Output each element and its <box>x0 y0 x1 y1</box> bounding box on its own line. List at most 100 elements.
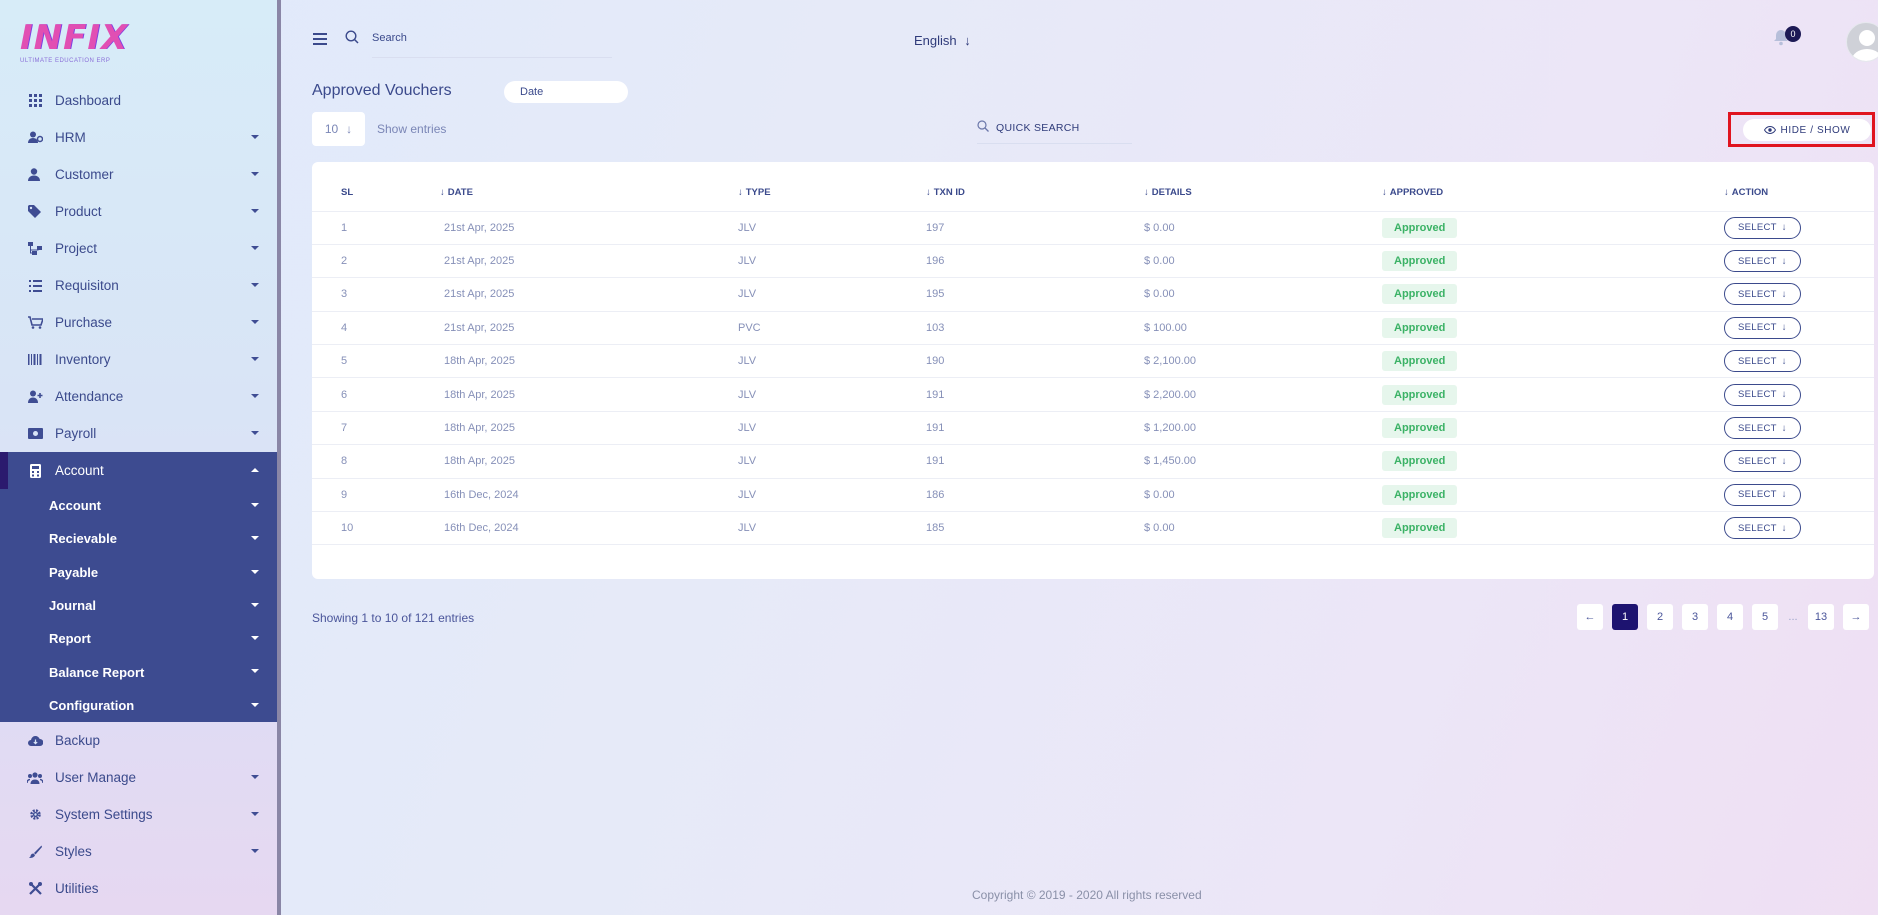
column-header-type[interactable]: ↓ TYPE <box>738 175 926 212</box>
sidebar-item-purchase[interactable]: Purchase <box>0 304 277 341</box>
select-dropdown-button[interactable]: SELECT ↓ <box>1724 417 1801 440</box>
cell-type: JLV <box>738 277 926 312</box>
status-badge: Approved <box>1382 451 1458 472</box>
chevron-down-icon <box>251 569 259 574</box>
sidebar-item-system-settings[interactable]: System Settings <box>0 796 277 833</box>
column-header-details[interactable]: ↓ DETAILS <box>1144 175 1382 212</box>
sidebar-item-requisiton[interactable]: Requisiton <box>0 267 277 304</box>
avatar[interactable] <box>1846 22 1878 62</box>
select-dropdown-button[interactable]: SELECT ↓ <box>1724 350 1801 373</box>
column-header-sl[interactable]: SL <box>312 175 440 212</box>
hamburger-menu-icon[interactable] <box>313 33 327 48</box>
column-header-action[interactable]: ↓ ACTION <box>1724 175 1874 212</box>
status-badge: Approved <box>1382 418 1458 439</box>
sidebar-item-hrm[interactable]: HRM <box>0 119 277 156</box>
select-dropdown-button[interactable]: SELECT ↓ <box>1724 517 1801 540</box>
submenu-item-journal[interactable]: Journal <box>0 589 277 622</box>
submenu-item-report[interactable]: Report <box>0 622 277 655</box>
gear-icon <box>27 807 43 823</box>
account-submenu: Account Recievable Payable Journal Repor… <box>0 489 277 723</box>
select-dropdown-button[interactable]: SELECT ↓ <box>1724 316 1801 339</box>
select-dropdown-button[interactable]: SELECT ↓ <box>1724 250 1801 273</box>
sidebar-item-project[interactable]: Project <box>0 230 277 267</box>
cell-type: JLV <box>738 344 926 379</box>
cell-approved: Approved <box>1382 377 1724 412</box>
cell-type: JLV <box>738 244 926 279</box>
cell-txn-id: 195 <box>926 277 1144 312</box>
select-dropdown-button[interactable]: SELECT ↓ <box>1724 383 1801 406</box>
entries-select[interactable]: 10 ↓ <box>312 112 365 146</box>
sidebar-item-user-manage[interactable]: User Manage <box>0 759 277 796</box>
date-filter-input[interactable]: Date <box>504 81 628 103</box>
column-header-approved[interactable]: ↓ APPROVED <box>1382 175 1724 212</box>
submenu-item-balance-report[interactable]: Balance Report <box>0 655 277 688</box>
table-row: 5 18th Apr, 2025 JLV 190 $ 2,100.00 Approved S… <box>312 344 1874 379</box>
copyright-text: Copyright © 2019 - 2020 All rights reser… <box>972 888 1202 902</box>
sidebar-item-utilities[interactable]: Utilities <box>0 870 277 907</box>
users-gear-icon <box>27 130 43 146</box>
page-button-4[interactable]: 4 <box>1717 604 1743 630</box>
cell-details: $ 2,100.00 <box>1144 344 1382 379</box>
cell-type: PVC <box>738 311 926 346</box>
submenu-item-recievable[interactable]: Recievable <box>0 522 277 555</box>
brush-icon <box>27 844 43 860</box>
page-button-2[interactable]: 2 <box>1647 604 1673 630</box>
cell-details: $ 0.00 <box>1144 244 1382 279</box>
arrow-down-icon: ↓ <box>1781 522 1787 534</box>
cell-date: 21st Apr, 2025 <box>440 311 738 346</box>
column-header-txn-id[interactable]: ↓ TXN ID <box>926 175 1144 212</box>
sidebar-item-styles[interactable]: Styles <box>0 833 277 870</box>
select-dropdown-button[interactable]: SELECT ↓ <box>1724 483 1801 506</box>
cell-approved: Approved <box>1382 344 1724 379</box>
cell-approved: Approved <box>1382 311 1724 346</box>
page-button-1[interactable]: 1 <box>1612 604 1638 630</box>
sidebar-item-backup[interactable]: Backup <box>0 722 277 759</box>
user-icon <box>27 167 43 183</box>
sidebar-item-attendance[interactable]: Attendance <box>0 378 277 415</box>
cell-action: SELECT ↓ <box>1724 311 1874 346</box>
eye-icon <box>1763 126 1776 134</box>
status-badge: Approved <box>1382 251 1458 272</box>
cell-txn-id: 103 <box>926 311 1144 346</box>
page-button-13[interactable]: 13 <box>1808 604 1834 630</box>
sidebar-item-account[interactable]: Account <box>0 452 277 489</box>
chevron-down-icon <box>251 849 259 854</box>
cell-type: JLV <box>738 411 926 446</box>
page-button-5[interactable]: 5 <box>1752 604 1778 630</box>
select-dropdown-button[interactable]: SELECT ↓ <box>1724 450 1801 473</box>
sidebar-item-product[interactable]: Product <box>0 193 277 230</box>
submenu-item-account[interactable]: Account <box>0 489 277 522</box>
column-header-date[interactable]: ↓ DATE <box>440 175 738 212</box>
prev-page-button[interactable]: ← <box>1577 604 1603 630</box>
table-row: 6 18th Apr, 2025 JLV 191 $ 2,200.00 Approved S… <box>312 377 1874 412</box>
sort-arrow-icon: ↓ <box>738 187 743 199</box>
select-dropdown-button[interactable]: SELECT ↓ <box>1724 283 1801 306</box>
page-button-3[interactable]: 3 <box>1682 604 1708 630</box>
cell-txn-id: 186 <box>926 478 1144 513</box>
infix-logo[interactable]: INFIX ULTIMATE EDUCATION ERP <box>20 20 140 68</box>
search-input[interactable]: Search <box>372 32 407 44</box>
arrow-down-icon: ↓ <box>1781 322 1787 334</box>
sidebar-item-inventory[interactable]: Inventory <box>0 341 277 378</box>
cell-sl: 2 <box>312 244 440 279</box>
cell-sl: 5 <box>312 344 440 379</box>
grid-icon <box>27 93 43 109</box>
submenu-item-configuration[interactable]: Configuration <box>0 689 277 722</box>
sidebar-item-dashboard[interactable]: Dashboard <box>0 82 277 119</box>
sidebar-item-customer[interactable]: Customer <box>0 156 277 193</box>
chevron-down-icon <box>251 394 259 398</box>
page-ellipsis: ... <box>1788 611 1798 623</box>
vouchers-table-card: SL ↓ DATE ↓ TYPE ↓ TXN ID ↓ DETAILS ↓ APPROVE… <box>312 162 1874 579</box>
sort-arrow-icon: ↓ <box>1144 187 1149 199</box>
quick-search-input[interactable]: QUICK SEARCH <box>996 122 1080 134</box>
hide-show-highlight: HIDE / SHOW <box>1728 112 1875 147</box>
tags-icon <box>27 204 43 220</box>
next-page-button[interactable]: → <box>1843 604 1869 630</box>
select-dropdown-button[interactable]: SELECT ↓ <box>1724 216 1801 239</box>
sidebar-item-payroll[interactable]: Payroll <box>0 415 277 452</box>
submenu-item-payable[interactable]: Payable <box>0 556 277 589</box>
cell-approved: Approved <box>1382 478 1724 513</box>
hide-show-button[interactable]: HIDE / SHOW <box>1743 119 1871 141</box>
arrow-down-icon: ↓ <box>1781 288 1787 300</box>
language-selector[interactable]: English ↓ <box>914 33 971 48</box>
